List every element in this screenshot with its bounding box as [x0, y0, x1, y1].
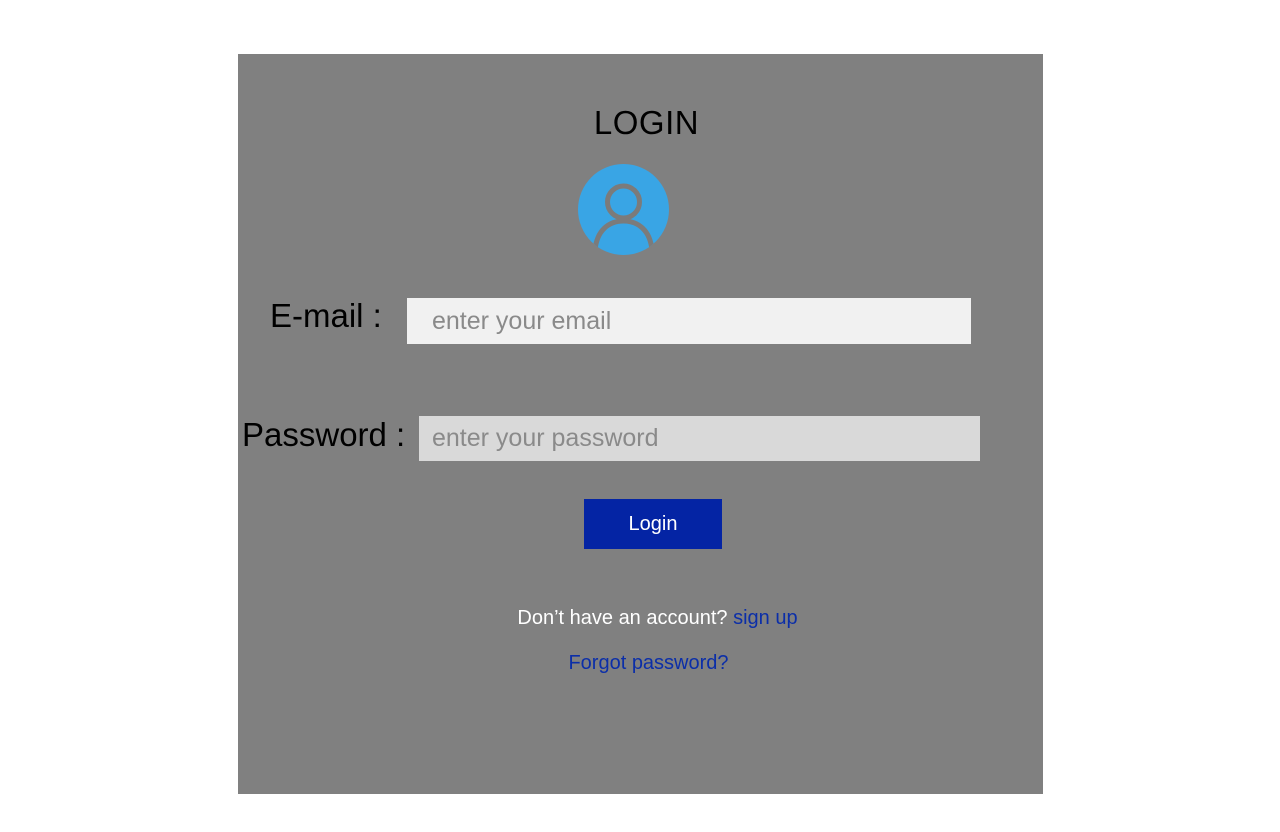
page-title: LOGIN [593, 104, 700, 141]
email-label: E-mail : [270, 297, 382, 334]
signup-prompt-line: Don’t have an account? sign up [238, 607, 1043, 630]
user-avatar-icon [578, 164, 669, 255]
signup-link[interactable]: sign up [733, 607, 798, 629]
login-panel: LOGIN E-mail : Password : Login Don’t ha… [238, 54, 1043, 794]
forgot-password-line: Forgot password? [238, 652, 1043, 675]
password-field[interactable] [419, 416, 980, 461]
forgot-password-link[interactable]: Forgot password? [568, 652, 728, 674]
email-field[interactable] [407, 298, 971, 344]
login-button[interactable]: Login [584, 499, 722, 549]
signup-prompt-text: Don’t have an account? [517, 607, 728, 629]
password-label: Password : [242, 416, 406, 453]
